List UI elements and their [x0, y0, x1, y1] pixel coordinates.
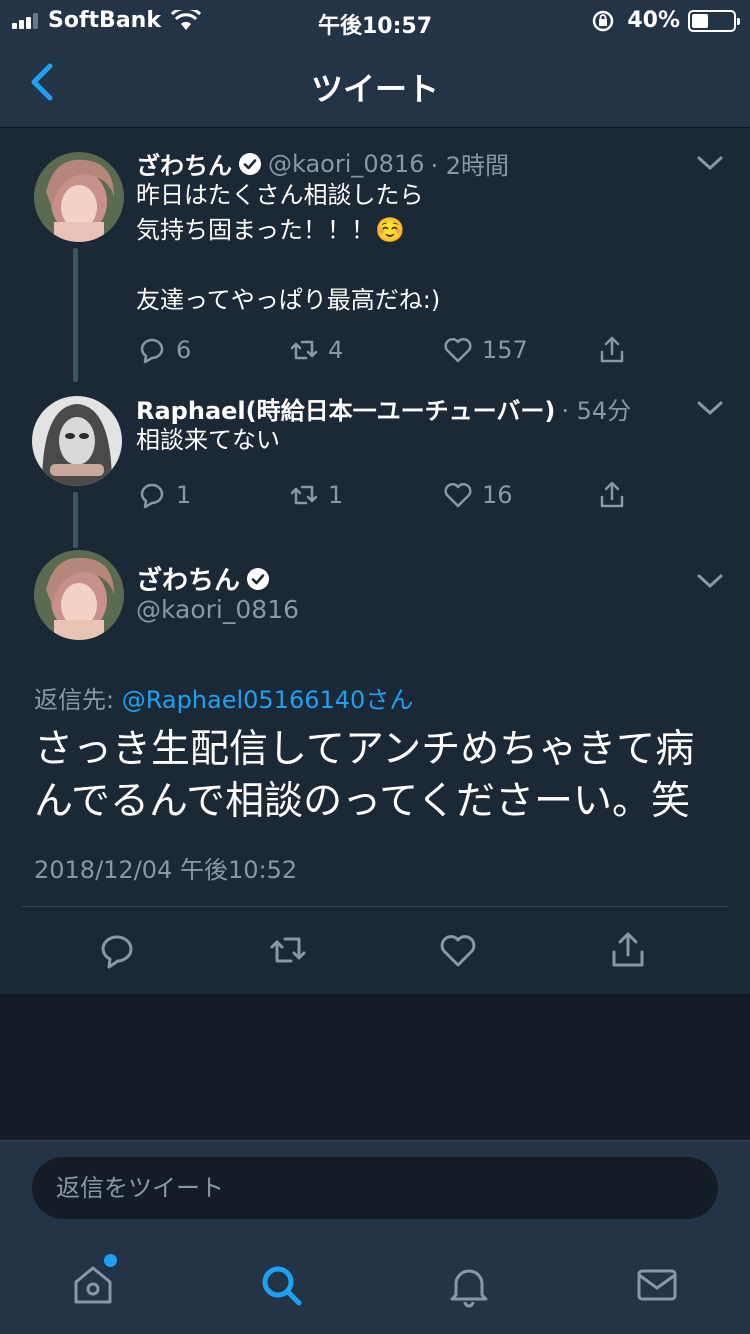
thread-line [73, 248, 78, 382]
share-icon [600, 336, 624, 363]
empty-area [0, 994, 750, 1140]
avatar[interactable] [32, 396, 122, 486]
tab-bar [0, 1236, 750, 1334]
thread-line [73, 492, 78, 548]
reply-button[interactable]: 6 [136, 334, 191, 366]
author-name[interactable]: ざわちん [136, 560, 240, 597]
reply-count: 6 [176, 336, 192, 364]
tweet-time: · 2時間 [430, 152, 510, 180]
tweet-time: · 54分 [561, 397, 632, 425]
main-tweet-date: 2018/12/04 午後10:52 [34, 856, 298, 884]
share-button[interactable] [596, 479, 628, 511]
author-name[interactable]: Raphael(時給日本一ユーチューバー) [136, 391, 555, 426]
retweet-count: 1 [328, 481, 344, 509]
retweet-button[interactable]: 4 [288, 334, 343, 366]
search-icon[interactable] [258, 1262, 304, 1308]
like-count: 157 [482, 336, 528, 364]
battery-label: 40% [627, 8, 680, 33]
rotation-lock-icon [593, 10, 614, 31]
like-button[interactable]: 157 [442, 334, 528, 366]
like-button[interactable] [438, 930, 478, 970]
home-icon[interactable] [70, 1262, 116, 1308]
status-right: 40% [591, 8, 740, 33]
retweet-button[interactable] [268, 930, 308, 970]
reply-to-line: 返信先: @Raphael05166140さん [34, 680, 413, 715]
retweet-icon [290, 485, 318, 505]
reply-to-label: 返信先: [34, 686, 122, 714]
like-button[interactable]: 16 [442, 479, 513, 511]
reply-button[interactable]: 1 [136, 479, 191, 511]
verified-badge-icon [247, 567, 270, 590]
retweet-icon [290, 340, 318, 360]
tweet-text: 相談来てない [136, 426, 280, 454]
chevron-down-icon[interactable] [696, 154, 724, 172]
battery-icon [688, 9, 740, 32]
retweet-count: 4 [328, 336, 344, 364]
chevron-down-icon[interactable] [696, 399, 724, 417]
reply-bar [0, 1140, 750, 1236]
nav-bar: ツイート [0, 40, 750, 128]
share-button[interactable] [608, 930, 648, 970]
mail-icon[interactable] [634, 1262, 680, 1308]
battery-fill [692, 13, 708, 28]
like-count: 16 [482, 481, 513, 509]
reply-icon [140, 483, 164, 509]
main-author-name[interactable]: ざわちん [136, 560, 270, 597]
verified-badge-icon [239, 152, 261, 175]
notification-dot [104, 1254, 117, 1267]
avatar[interactable] [34, 152, 124, 242]
main-author-handle[interactable]: @kaori_0816 [136, 595, 299, 624]
share-icon [600, 481, 624, 508]
page-title: ツイート [310, 70, 439, 108]
bell-icon[interactable] [446, 1262, 492, 1308]
reply-mention-link[interactable]: @Raphael05166140さん [122, 686, 414, 714]
author-handle[interactable]: @kaori_0816 [268, 150, 424, 178]
tweet-header: Raphael(時給日本一ユーチューバー) · 54分 [136, 391, 631, 426]
share-button[interactable] [596, 334, 628, 366]
reply-button[interactable] [98, 930, 138, 970]
heart-icon [444, 482, 472, 508]
tweet-header: ざわちん @kaori_0816 · 2時間 [136, 146, 509, 181]
main-tweet-text: さっき生配信してアンチめちゃきて病んでるんで相談のってくださーい。笑 [34, 727, 695, 824]
retweet-button[interactable]: 1 [288, 479, 343, 511]
author-name[interactable]: ざわちん [136, 146, 232, 181]
tweet-text: 昨日はたくさん相談したら 気持ち固まった！！！☺️ 友達ってやっぱり最高だね:) [136, 181, 441, 314]
status-bar: SoftBank 午後10:57 40% [0, 0, 750, 40]
avatar[interactable] [34, 550, 124, 640]
reply-count: 1 [176, 481, 192, 509]
reply-icon [140, 338, 164, 364]
chevron-down-icon[interactable] [696, 572, 724, 590]
reply-input[interactable] [32, 1157, 718, 1219]
divider [22, 906, 728, 907]
heart-icon [444, 337, 472, 363]
